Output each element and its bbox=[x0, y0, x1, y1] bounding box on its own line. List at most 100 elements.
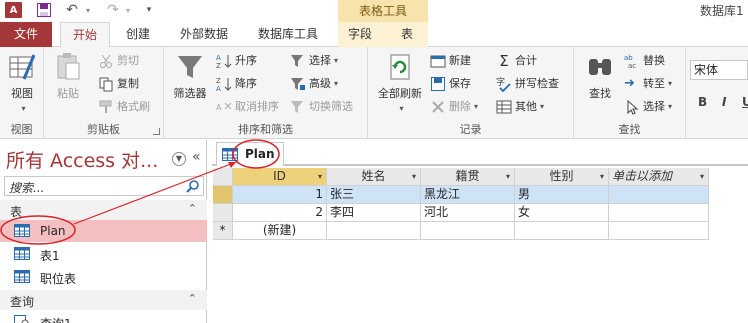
cell-hometown[interactable]: 黑龙江 bbox=[421, 186, 515, 204]
column-header-gender[interactable]: 性别 ▾ bbox=[515, 168, 609, 186]
italic-button[interactable]: I bbox=[722, 95, 726, 109]
nav-item-table1[interactable]: 表1 bbox=[0, 243, 207, 265]
view-button[interactable]: 视图 ▾ bbox=[4, 51, 40, 114]
selection-filter-dropdown-icon[interactable]: ▾ bbox=[334, 51, 338, 71]
bold-button[interactable]: B bbox=[698, 95, 707, 109]
column-filter-dropdown-icon[interactable]: ▾ bbox=[412, 168, 416, 185]
more-dropdown-icon[interactable]: ▾ bbox=[540, 97, 544, 117]
paste-button[interactable]: 粘贴 bbox=[50, 51, 86, 101]
access-app-icon[interactable]: A bbox=[5, 2, 22, 18]
goto-dropdown-icon[interactable]: ▾ bbox=[668, 74, 672, 94]
spelling-button[interactable]: 字 拼写检查 bbox=[496, 74, 559, 94]
redo-icon[interactable]: ↷ bbox=[105, 2, 121, 18]
document-tab-plan[interactable]: Plan bbox=[216, 142, 284, 166]
delete-dropdown-icon[interactable]: ▾ bbox=[474, 97, 478, 117]
new-record-row[interactable]: * (新建) bbox=[213, 222, 748, 240]
nav-item-plan[interactable]: Plan bbox=[0, 220, 207, 242]
nav-header[interactable]: 所有 Access 对... ▼ « bbox=[0, 143, 207, 173]
column-filter-dropdown-icon[interactable]: ▾ bbox=[600, 168, 604, 185]
find-button[interactable]: 查找 bbox=[580, 51, 620, 101]
tab-file[interactable]: 文件 bbox=[0, 22, 52, 47]
cell-add[interactable] bbox=[609, 204, 709, 222]
nav-section-tables[interactable]: 表 ⌃ bbox=[0, 200, 207, 220]
view-dropdown-icon[interactable]: ▾ bbox=[21, 104, 25, 113]
select-all-cell[interactable] bbox=[213, 168, 233, 186]
sort-descending-button[interactable]: ZA 降序 bbox=[216, 74, 257, 94]
table-row[interactable]: 1 张三 黑龙江 男 bbox=[213, 186, 748, 204]
advanced-filter-button[interactable]: 高级 ▾ bbox=[290, 74, 338, 94]
totals-button[interactable]: Σ 合计 bbox=[496, 51, 537, 71]
refresh-all-dropdown-icon[interactable]: ▾ bbox=[399, 104, 403, 113]
replace-button[interactable]: ab ac 替换 bbox=[624, 51, 665, 71]
refresh-all-button[interactable]: 全部刷新 ▾ bbox=[372, 51, 428, 114]
table-row[interactable]: 2 李四 河北 女 bbox=[213, 204, 748, 222]
shutter-bar-collapse-icon[interactable]: « bbox=[192, 149, 201, 165]
cell-name[interactable]: 李四 bbox=[327, 204, 421, 222]
font-name-input[interactable]: 宋体 bbox=[690, 60, 748, 80]
redo-dropdown-icon[interactable]: ▾ bbox=[124, 2, 132, 18]
undo-dropdown-icon[interactable]: ▾ bbox=[84, 2, 92, 18]
column-header-name[interactable]: 姓名 ▾ bbox=[327, 168, 421, 186]
cell-name[interactable]: 张三 bbox=[327, 186, 421, 204]
remove-sort-button[interactable]: A 取消排序 bbox=[216, 97, 279, 117]
table-icon bbox=[14, 270, 30, 283]
nav-menu-chevron-icon[interactable]: ▼ bbox=[172, 152, 186, 166]
collapse-section-icon[interactable]: ⌃ bbox=[188, 292, 197, 305]
row-selector[interactable] bbox=[213, 186, 233, 204]
column-header-id[interactable]: ID ▾ bbox=[233, 168, 327, 186]
nav-item-positions[interactable]: 职位表 bbox=[0, 266, 207, 288]
copy-button[interactable]: 复制 bbox=[98, 74, 139, 94]
tab-create[interactable]: 创建 bbox=[116, 22, 160, 47]
search-icon[interactable] bbox=[186, 179, 200, 193]
tab-table[interactable]: 表 bbox=[392, 22, 422, 47]
new-record-label[interactable]: (新建) bbox=[233, 222, 327, 240]
cell-id[interactable]: 2 bbox=[233, 204, 327, 222]
nav-section-queries[interactable]: 查询 ⌃ bbox=[0, 290, 207, 310]
filter-button[interactable]: 筛选器 bbox=[168, 51, 212, 101]
collapse-section-icon[interactable]: ⌃ bbox=[188, 202, 197, 215]
navigation-pane: 所有 Access 对... ▼ « 搜索... 表 ⌃ Plan 表1 职位表… bbox=[0, 140, 207, 323]
tab-external-data[interactable]: 外部数据 bbox=[172, 22, 236, 47]
cell-gender[interactable]: 女 bbox=[515, 204, 609, 222]
select-dropdown-icon[interactable]: ▾ bbox=[668, 97, 672, 117]
undo-icon[interactable]: ↶ bbox=[64, 2, 80, 18]
sort-ascending-button[interactable]: AZ 升序 bbox=[216, 51, 257, 71]
cell-hometown[interactable] bbox=[421, 222, 515, 240]
nav-title[interactable]: 所有 Access 对... bbox=[6, 146, 158, 173]
toggle-filter-button[interactable]: 切换筛选 bbox=[290, 97, 353, 117]
cut-button[interactable]: 剪切 bbox=[98, 51, 139, 71]
format-painter-button[interactable]: 格式刷 bbox=[98, 97, 150, 117]
more-button[interactable]: 其他 ▾ bbox=[496, 97, 544, 117]
cell-add[interactable] bbox=[609, 186, 709, 204]
selection-filter-button[interactable]: 选择 ▾ bbox=[290, 51, 338, 71]
column-filter-dropdown-icon[interactable]: ▾ bbox=[700, 168, 704, 185]
goto-button[interactable]: ➜ 转至 ▾ bbox=[624, 74, 672, 94]
find-label: 查找 bbox=[589, 87, 611, 100]
select-button[interactable]: 选择 ▾ bbox=[624, 97, 672, 117]
underline-button[interactable]: U bbox=[742, 95, 748, 109]
cell-gender[interactable]: 男 bbox=[515, 186, 609, 204]
tab-database-tools[interactable]: 数据库工具 bbox=[250, 22, 326, 47]
save-icon[interactable] bbox=[36, 2, 52, 18]
column-header-hometown[interactable]: 籍贯 ▾ bbox=[421, 168, 515, 186]
column-filter-dropdown-icon[interactable]: ▾ bbox=[506, 168, 510, 185]
new-row-marker[interactable]: * bbox=[213, 222, 233, 240]
tab-home[interactable]: 开始 bbox=[60, 22, 110, 48]
cell-name[interactable] bbox=[327, 222, 421, 240]
tab-fields[interactable]: 字段 bbox=[340, 22, 380, 47]
delete-record-button[interactable]: 删除 ▾ bbox=[430, 97, 478, 117]
cell-add[interactable] bbox=[609, 222, 709, 240]
new-record-button[interactable]: 新建 bbox=[430, 51, 471, 71]
clipboard-launcher-icon[interactable] bbox=[153, 128, 160, 135]
customize-qat-icon[interactable]: ▾ bbox=[144, 2, 154, 18]
cell-id[interactable]: 1 bbox=[233, 186, 327, 204]
column-header-click-to-add[interactable]: 单击以添加 ▾ bbox=[609, 168, 709, 186]
cell-gender[interactable] bbox=[515, 222, 609, 240]
nav-item-query1[interactable]: 查询1 bbox=[0, 311, 207, 323]
nav-search-input[interactable]: 搜索... bbox=[4, 176, 204, 196]
save-record-button[interactable]: 保存 bbox=[430, 74, 471, 94]
column-filter-dropdown-icon[interactable]: ▾ bbox=[318, 168, 322, 185]
cell-hometown[interactable]: 河北 bbox=[421, 204, 515, 222]
row-selector[interactable] bbox=[213, 204, 233, 222]
advanced-filter-dropdown-icon[interactable]: ▾ bbox=[334, 74, 338, 94]
